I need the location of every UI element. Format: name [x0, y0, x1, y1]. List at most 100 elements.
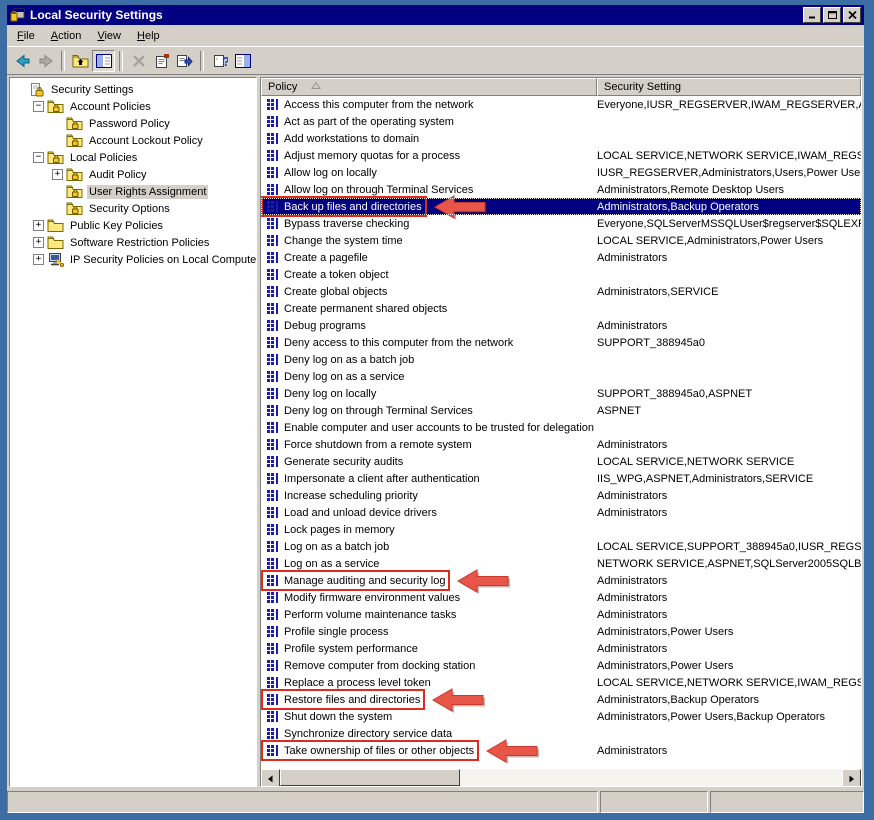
- table-row[interactable]: Create permanent shared objects: [261, 300, 861, 317]
- table-row[interactable]: Impersonate a client after authenticatio…: [261, 470, 861, 487]
- collapse-minus-icon[interactable]: −: [33, 101, 44, 112]
- expand-plus-icon[interactable]: +: [33, 254, 44, 265]
- up-one-level-button[interactable]: [69, 50, 92, 72]
- security-setting-value: IUSR_REGSERVER,Administrators,Users,Powe…: [597, 167, 861, 179]
- scroll-left-button[interactable]: [261, 769, 280, 787]
- table-row[interactable]: Synchronize directory service data: [261, 725, 861, 742]
- expand-plus-icon[interactable]: +: [52, 169, 63, 180]
- policy-icon: [265, 692, 280, 707]
- policy-label: Restore files and directories: [284, 694, 420, 706]
- policy-cell: Generate security audits: [261, 453, 597, 470]
- delete-button[interactable]: [127, 50, 150, 72]
- tree-item-audit-policy[interactable]: +Audit Policy: [10, 166, 256, 183]
- policy-item: Force shutdown from a remote system: [263, 436, 475, 453]
- policy-item: Add workstations to domain: [263, 130, 422, 147]
- table-row[interactable]: Shut down the systemAdministrators,Power…: [261, 708, 861, 725]
- column-header-security-setting[interactable]: Security Setting: [597, 78, 861, 96]
- table-row[interactable]: Deny access to this computer from the ne…: [261, 334, 861, 351]
- table-row[interactable]: Lock pages in memory: [261, 521, 861, 538]
- table-row[interactable]: Allow log on through Terminal ServicesAd…: [261, 181, 861, 198]
- table-row[interactable]: Act as part of the operating system: [261, 113, 861, 130]
- policy-label: Increase scheduling priority: [284, 490, 418, 502]
- policy-label: Access this computer from the network: [284, 99, 474, 111]
- table-row[interactable]: Remove computer from docking stationAdmi…: [261, 657, 861, 674]
- policy-cell: Create permanent shared objects: [261, 300, 597, 317]
- policy-icon: [265, 437, 280, 452]
- table-row[interactable]: Manage auditing and security logAdminist…: [261, 572, 861, 589]
- maximize-button[interactable]: [823, 7, 841, 23]
- table-row[interactable]: Create a pagefileAdministrators: [261, 249, 861, 266]
- table-row[interactable]: Replace a process level tokenLOCAL SERVI…: [261, 674, 861, 691]
- table-row[interactable]: Back up files and directoriesAdministrat…: [261, 198, 861, 215]
- show-hide-action-pane-button[interactable]: [231, 50, 254, 72]
- table-row[interactable]: Create global objectsAdministrators,SERV…: [261, 283, 861, 300]
- table-row[interactable]: Restore files and directoriesAdministrat…: [261, 691, 861, 708]
- menu-action[interactable]: Action: [43, 28, 90, 44]
- table-row[interactable]: Adjust memory quotas for a processLOCAL …: [261, 147, 861, 164]
- table-row[interactable]: Debug programsAdministrators: [261, 317, 861, 334]
- horizontal-scrollbar[interactable]: [261, 769, 861, 786]
- table-row[interactable]: Change the system timeLOCAL SERVICE,Admi…: [261, 232, 861, 249]
- export-list-button[interactable]: [173, 50, 196, 72]
- table-row[interactable]: Profile single processAdministrators,Pow…: [261, 623, 861, 640]
- properties-button[interactable]: [150, 50, 173, 72]
- policy-cell: Act as part of the operating system: [261, 113, 597, 130]
- table-row[interactable]: Perform volume maintenance tasksAdminist…: [261, 606, 861, 623]
- table-row[interactable]: Increase scheduling priorityAdministrato…: [261, 487, 861, 504]
- menu-help[interactable]: Help: [129, 28, 168, 44]
- expand-plus-icon[interactable]: +: [33, 237, 44, 248]
- tree-item-public-key-policies[interactable]: +Public Key Policies: [10, 217, 256, 234]
- help-button[interactable]: ?: [208, 50, 231, 72]
- tree-item-account-lockout-policy[interactable]: Account Lockout Policy: [10, 132, 256, 149]
- security-setting-value: NETWORK SERVICE,ASPNET,SQLServer2005SQLB…: [597, 558, 861, 570]
- security-setting-value: Administrators: [597, 507, 861, 519]
- tree-item-security-settings[interactable]: Security Settings: [10, 81, 256, 98]
- table-row[interactable]: Modify firmware environment valuesAdmini…: [261, 589, 861, 606]
- expand-plus-icon[interactable]: +: [33, 220, 44, 231]
- back-button[interactable]: [11, 50, 34, 72]
- menu-file[interactable]: File: [9, 28, 43, 44]
- tree-item-user-rights-assignment[interactable]: User Rights Assignment: [10, 183, 256, 200]
- scrollbar-track[interactable]: [280, 769, 842, 786]
- minimize-button[interactable]: [803, 7, 821, 23]
- tree-item-ip-security-policies-on-local-computer[interactable]: +IP Security Policies on Local Computer: [10, 251, 256, 268]
- table-row[interactable]: Allow log on locallyIUSR_REGSERVER,Admin…: [261, 164, 861, 181]
- policy-cell: Replace a process level token: [261, 674, 597, 691]
- close-button[interactable]: [843, 7, 861, 23]
- collapse-minus-icon[interactable]: −: [33, 152, 44, 163]
- scrollbar-thumb[interactable]: [280, 769, 460, 786]
- show-hide-console-tree-button[interactable]: [92, 50, 115, 72]
- folder-icon: [47, 218, 64, 234]
- table-row[interactable]: Deny log on locallySUPPORT_388945a0,ASPN…: [261, 385, 861, 402]
- policy-icon: [265, 590, 280, 605]
- tree-item-local-policies[interactable]: −Local Policies: [10, 149, 256, 166]
- column-header-policy[interactable]: Policy: [261, 78, 597, 96]
- table-row[interactable]: Create a token object: [261, 266, 861, 283]
- scroll-right-button[interactable]: [842, 769, 861, 787]
- table-row[interactable]: Profile system performanceAdministrators: [261, 640, 861, 657]
- tree-item-account-policies[interactable]: −Account Policies: [10, 98, 256, 115]
- table-row[interactable]: Force shutdown from a remote systemAdmin…: [261, 436, 861, 453]
- table-row[interactable]: Log on as a serviceNETWORK SERVICE,ASPNE…: [261, 555, 861, 572]
- policy-label: Manage auditing and security log: [284, 575, 445, 587]
- menu-view[interactable]: View: [89, 28, 129, 44]
- table-row[interactable]: Deny log on through Terminal ServicesASP…: [261, 402, 861, 419]
- folder-lock-icon: [47, 99, 64, 115]
- table-row[interactable]: Bypass traverse checkingEveryone,SQLServ…: [261, 215, 861, 232]
- tree-item-password-policy[interactable]: Password Policy: [10, 115, 256, 132]
- table-row[interactable]: Enable computer and user accounts to be …: [261, 419, 861, 436]
- tree-item-security-options[interactable]: Security Options: [10, 200, 256, 217]
- forward-button[interactable]: [34, 50, 57, 72]
- tree-item-software-restriction-policies[interactable]: +Software Restriction Policies: [10, 234, 256, 251]
- table-row[interactable]: Deny log on as a service: [261, 368, 861, 385]
- policy-cell: Adjust memory quotas for a process: [261, 147, 597, 164]
- status-panel-1: [7, 791, 598, 813]
- table-row[interactable]: Load and unload device driversAdministra…: [261, 504, 861, 521]
- table-row[interactable]: Generate security auditsLOCAL SERVICE,NE…: [261, 453, 861, 470]
- table-row[interactable]: Deny log on as a batch job: [261, 351, 861, 368]
- policy-icon: [265, 607, 280, 622]
- table-row[interactable]: Access this computer from the networkEve…: [261, 96, 861, 113]
- table-row[interactable]: Take ownership of files or other objects…: [261, 742, 861, 759]
- table-row[interactable]: Add workstations to domain: [261, 130, 861, 147]
- table-row[interactable]: Log on as a batch jobLOCAL SERVICE,SUPPO…: [261, 538, 861, 555]
